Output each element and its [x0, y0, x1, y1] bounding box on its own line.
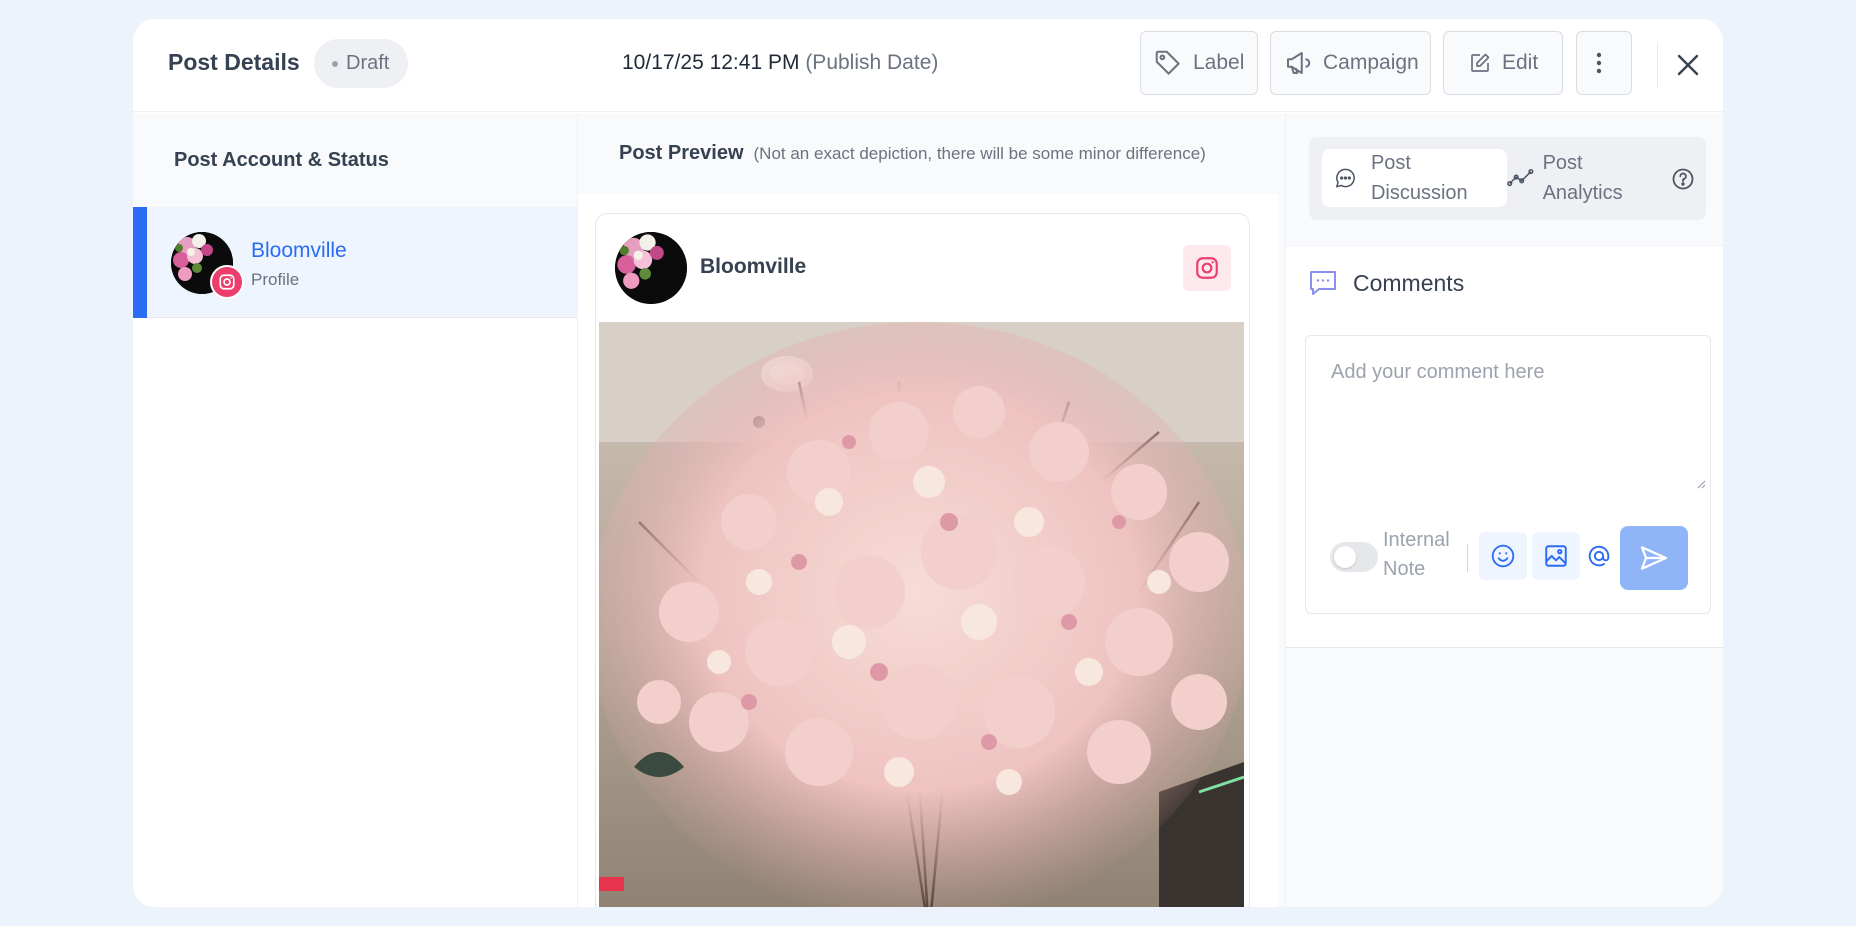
- tab-post-discussion[interactable]: Post Discussion: [1322, 149, 1507, 207]
- discussion-panel: Post Discussion Post Analytics Comments: [1285, 113, 1723, 907]
- label-button[interactable]: Label: [1140, 31, 1258, 95]
- comment-composer: Internal Note: [1305, 335, 1711, 614]
- send-icon: [1640, 546, 1668, 570]
- publish-datetime: 10/17/25 12:41 PM: [622, 51, 800, 74]
- tab-post-analytics[interactable]: Post Analytics: [1507, 149, 1657, 207]
- tab-post-discussion-label: Post Discussion: [1370, 152, 1468, 204]
- comment-icon: [1307, 267, 1339, 304]
- campaign-button-text: Campaign: [1323, 51, 1419, 74]
- post-account-name: Bloomville: [700, 255, 807, 278]
- edit-button[interactable]: Edit: [1443, 31, 1563, 95]
- instagram-post-card: Bloomville: [595, 213, 1250, 907]
- internal-note-label: Internal Note: [1383, 526, 1455, 584]
- megaphone-icon: [1287, 52, 1311, 74]
- resize-grip-icon[interactable]: [1696, 479, 1706, 489]
- post-details-modal: Post Details Draft 10/17/25 12:41 PM (Pu…: [133, 19, 1723, 907]
- modal-header: Post Details Draft 10/17/25 12:41 PM (Pu…: [133, 19, 1723, 112]
- tab-post-analytics-label: Post Analytics: [1542, 152, 1623, 204]
- publish-date: 10/17/25 12:41 PM (Publish Date): [622, 51, 938, 75]
- comments-section: Comments Internal Note: [1286, 245, 1723, 648]
- close-icon: [1677, 54, 1699, 76]
- mention-button[interactable]: [1582, 532, 1616, 580]
- more-vertical-icon: [1596, 52, 1602, 74]
- accounts-panel: Post Account & Status Bloomville Profile: [133, 113, 578, 907]
- preview-scroll-area[interactable]: Bloomville: [578, 194, 1278, 907]
- account-name: Bloomville: [251, 239, 347, 262]
- instagram-badge-icon: [210, 265, 244, 299]
- at-mention-icon: [1588, 545, 1610, 567]
- accounts-panel-heading: Post Account & Status: [133, 113, 577, 207]
- comments-title: Comments: [1353, 270, 1465, 296]
- emoji-button[interactable]: [1479, 532, 1527, 580]
- post-preview-note: (Not an exact depiction, there will be s…: [753, 143, 1206, 163]
- header-divider: [1657, 43, 1658, 87]
- close-button[interactable]: [1666, 43, 1710, 87]
- edit-icon: [1471, 53, 1490, 72]
- internal-note-toggle[interactable]: [1330, 542, 1378, 572]
- post-preview-header: Post Preview (Not an exact depiction, th…: [578, 113, 1285, 194]
- internal-note-label-text: Internal Note: [1383, 529, 1450, 580]
- image-upload-button[interactable]: [1532, 532, 1580, 580]
- help-circle-icon[interactable]: [1671, 167, 1695, 191]
- selected-indicator: [133, 207, 147, 318]
- campaign-button[interactable]: Campaign: [1270, 31, 1431, 95]
- label-button-text: Label: [1193, 51, 1245, 74]
- toggle-knob: [1334, 546, 1356, 568]
- comment-input[interactable]: [1307, 337, 1709, 492]
- analytics-line-icon: [1507, 168, 1534, 187]
- post-preview-title: Post Preview: [619, 142, 744, 164]
- page-title: Post Details: [168, 49, 300, 75]
- toolbar-divider: [1467, 544, 1468, 572]
- send-button[interactable]: [1620, 526, 1688, 590]
- publish-date-label: (Publish Date): [805, 51, 939, 74]
- status-badge: Draft: [314, 39, 409, 88]
- emoji-icon: [1491, 544, 1515, 568]
- tag-icon: [1155, 50, 1180, 75]
- post-preview-panel: Post Preview (Not an exact depiction, th…: [578, 113, 1285, 907]
- status-badge-label: Draft: [346, 52, 390, 74]
- chat-bubble-icon: [1335, 168, 1355, 188]
- more-options-button[interactable]: [1576, 31, 1632, 95]
- avatar: [615, 232, 687, 304]
- instagram-icon: [1183, 245, 1231, 291]
- account-type: Profile: [251, 270, 300, 289]
- post-image: [596, 322, 1249, 907]
- edit-button-text: Edit: [1502, 51, 1539, 74]
- panel-tabs: Post Discussion Post Analytics: [1309, 137, 1706, 220]
- account-item-bloomville[interactable]: Bloomville Profile: [133, 207, 577, 318]
- image-icon: [1545, 545, 1567, 567]
- status-dot: [332, 60, 338, 67]
